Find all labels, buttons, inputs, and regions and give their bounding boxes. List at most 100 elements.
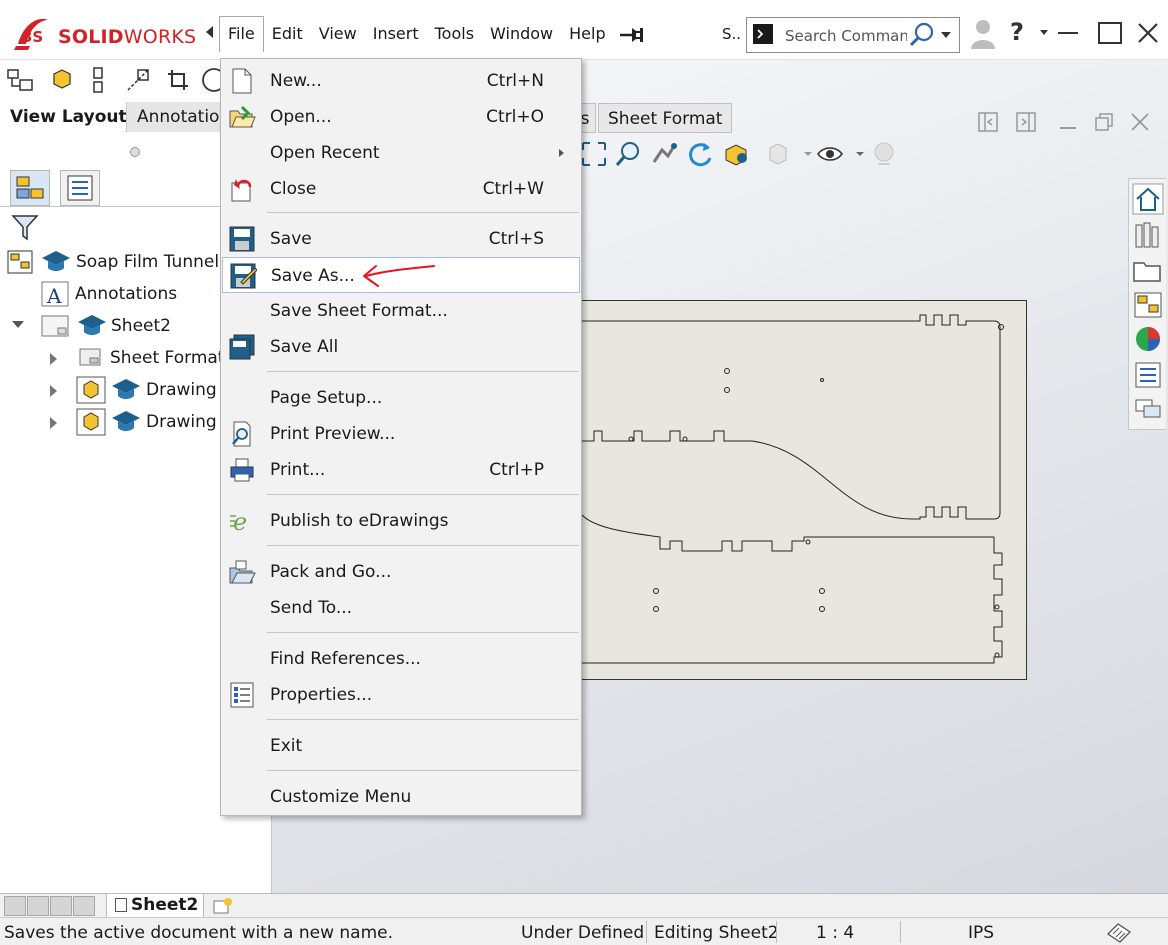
tab-propertymanager[interactable] — [60, 170, 100, 206]
menu-insert[interactable]: Insert — [365, 16, 427, 52]
display-style-icon[interactable] — [764, 140, 792, 168]
drawing-icon — [7, 250, 33, 274]
rotate-view-icon[interactable] — [686, 140, 714, 168]
previous-sheet-button[interactable] — [27, 896, 49, 916]
menu-item-pack-and-go[interactable]: Pack and Go... — [222, 554, 580, 590]
menu-item-exit[interactable]: Exit — [222, 728, 580, 764]
forum-icon[interactable] — [1132, 393, 1164, 425]
menu-item-page-setup[interactable]: Page Setup... — [222, 380, 580, 416]
model-view-icon[interactable] — [6, 66, 34, 94]
menu-file[interactable]: File — [219, 16, 264, 52]
add-sheet-icon[interactable] — [212, 897, 234, 915]
design-library-icon[interactable] — [1132, 219, 1164, 251]
menu-item-new[interactable]: New... Ctrl+N — [222, 63, 580, 99]
crop-view-icon[interactable] — [164, 66, 192, 94]
menu-view[interactable]: View — [311, 16, 365, 52]
filter-icon[interactable] — [10, 212, 40, 242]
search-icon[interactable] — [909, 22, 935, 48]
menu-item-close[interactable]: Close Ctrl+W — [222, 171, 580, 207]
featuremanager-icon — [16, 176, 44, 199]
help-icon[interactable]: ? — [1010, 18, 1024, 46]
doc-minimize-icon[interactable] — [1058, 112, 1078, 132]
menu-separator — [267, 212, 579, 213]
menu-tools[interactable]: Tools — [427, 16, 482, 52]
first-sheet-button[interactable] — [4, 896, 26, 916]
close-window-icon[interactable] — [1136, 20, 1160, 46]
hide-show-items-icon[interactable] — [816, 140, 844, 168]
menu-item-print-preview[interactable]: Print Preview... — [222, 416, 580, 452]
menu-item-send-to[interactable]: Send To... — [222, 590, 580, 626]
menu-item-label: Properties... — [270, 685, 373, 705]
menu-item-save[interactable]: Save Ctrl+S — [222, 221, 580, 257]
view-orientation-icon[interactable] — [722, 140, 750, 168]
file-explorer-icon[interactable] — [1132, 255, 1164, 287]
hole — [724, 387, 730, 393]
drawing-sheet[interactable] — [581, 300, 1027, 680]
svg-text:e: e — [233, 508, 247, 535]
search-dropdown-icon[interactable] — [941, 32, 951, 38]
menu-item-publish-edrawings[interactable]: e Publish to eDrawings — [222, 503, 580, 539]
solidworks-logo[interactable]: 3S SOLIDWORKS — [14, 14, 196, 54]
menu-help[interactable]: Help — [561, 16, 613, 52]
menu-item-open[interactable]: Open... Ctrl+O — [222, 99, 580, 135]
menu-expand-arrow-icon[interactable] — [206, 26, 213, 38]
menu-item-label: Open Recent — [270, 143, 380, 163]
previous-view-icon[interactable] — [650, 140, 678, 168]
menu-item-save-sheet-format[interactable]: Save Sheet Format... — [222, 293, 580, 329]
panel-collapse-handle[interactable] — [130, 147, 140, 157]
hole — [994, 604, 1000, 610]
tab-view-layout[interactable]: View Layout — [0, 102, 127, 132]
menu-item-save-all[interactable]: Save All — [222, 329, 580, 365]
tile-left-icon[interactable] — [978, 112, 998, 132]
next-sheet-button[interactable] — [50, 896, 72, 916]
projected-view-icon[interactable] — [48, 66, 76, 94]
menu-item-find-references[interactable]: Find References... — [222, 641, 580, 677]
menu-item-label: Save As... — [271, 266, 355, 286]
apply-scene-icon[interactable] — [870, 140, 898, 168]
maximize-icon[interactable] — [1098, 22, 1122, 44]
expand-arrow-icon[interactable] — [50, 417, 57, 429]
pin-menu-icon[interactable] — [618, 24, 644, 46]
detail-view-icon[interactable] — [124, 66, 152, 94]
doc-close-icon[interactable] — [1130, 112, 1150, 132]
menu-window[interactable]: Window — [482, 16, 561, 52]
pack-and-go-icon — [229, 560, 256, 584]
status-separator — [900, 921, 901, 943]
tab-featuremanager[interactable] — [10, 170, 50, 206]
help-dropdown-icon[interactable] — [1040, 30, 1048, 35]
menu-item-open-recent[interactable]: Open Recent — [222, 135, 580, 171]
menu-item-print[interactable]: Print... Ctrl+P — [222, 452, 580, 488]
zoom-to-fit-icon[interactable] — [580, 140, 608, 168]
zoom-to-area-icon[interactable] — [614, 140, 642, 168]
sheet-scale[interactable]: 1 : 4 — [816, 923, 854, 943]
menu-item-customize-menu[interactable]: Customize Menu — [222, 779, 580, 815]
graduation-cap-icon — [112, 379, 140, 399]
appearances-icon[interactable] — [1132, 323, 1164, 355]
tab-sheet2[interactable]: Sheet2 — [106, 894, 204, 918]
menu-item-label: Pack and Go... — [270, 562, 392, 582]
search-input[interactable]: Search Commands — [785, 27, 907, 45]
expand-arrow-icon[interactable] — [12, 321, 24, 328]
doc-restore-icon[interactable] — [1094, 112, 1114, 132]
menu-item-label: Send To... — [270, 598, 353, 618]
menu-item-label: Save Sheet Format... — [270, 301, 448, 321]
menu-item-properties[interactable]: Properties... — [222, 677, 580, 713]
last-sheet-button[interactable] — [73, 896, 95, 916]
menu-item-label: Print Preview... — [270, 424, 396, 444]
quick-tips-icon[interactable] — [1104, 920, 1134, 944]
custom-properties-icon[interactable] — [1132, 359, 1164, 391]
status-separator — [776, 921, 777, 943]
status-bar: Saves the active document with a new nam… — [0, 917, 1168, 945]
search-commands-box[interactable]: Search Commands — [746, 17, 960, 53]
tile-right-icon[interactable] — [1016, 112, 1036, 132]
expand-arrow-icon[interactable] — [50, 353, 57, 365]
minimize-icon[interactable] — [1058, 32, 1078, 36]
menu-edit[interactable]: Edit — [264, 16, 311, 52]
user-account-icon[interactable] — [970, 18, 996, 50]
unit-system[interactable]: IPS — [968, 923, 994, 943]
section-view-icon[interactable] — [86, 66, 114, 94]
expand-arrow-icon[interactable] — [50, 385, 57, 397]
view-palette-icon[interactable] — [1132, 289, 1164, 321]
tab-sheet-format[interactable]: Sheet Format — [598, 103, 733, 133]
solidworks-resources-icon[interactable] — [1132, 183, 1164, 215]
